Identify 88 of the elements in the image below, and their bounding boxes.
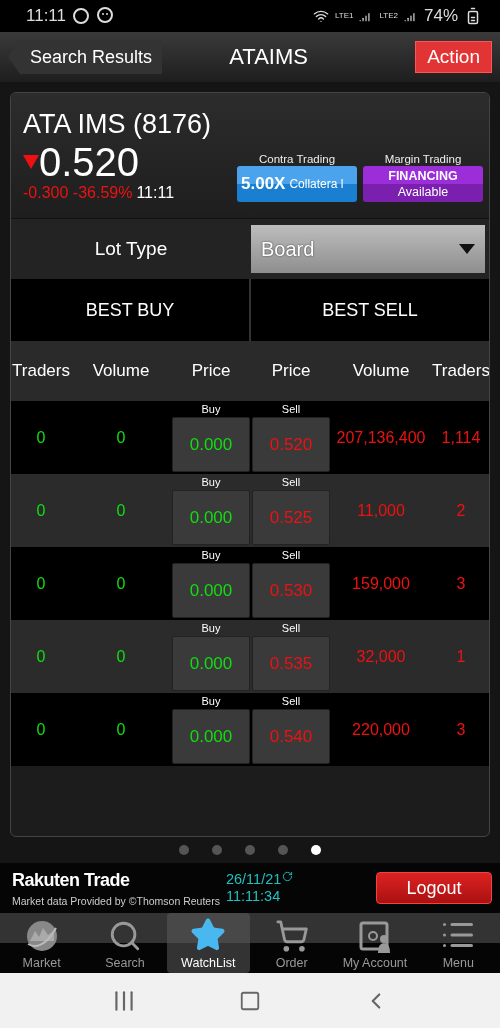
side-header: BEST SELL [251, 279, 489, 341]
buy-price-button[interactable]: 0.000 [172, 563, 250, 618]
contra-badge[interactable]: 5.00X Collatera l [237, 166, 357, 202]
table-cell-text: 0 [115, 428, 127, 447]
sell-label: Sell [281, 694, 301, 709]
stock-name: ATA IMS (8176) [23, 109, 213, 140]
home-icon[interactable] [239, 989, 261, 1012]
table-cell-text: 0 [35, 647, 47, 666]
contra-note: Collatera l [289, 176, 345, 192]
table-cell-text: 3 [455, 574, 467, 593]
buy-price-button[interactable]: 0.000 [172, 636, 250, 691]
table-cell-text: 0 [35, 574, 47, 593]
side-header: BEST BUY [11, 279, 249, 341]
battery-level: 74% [423, 6, 458, 26]
quote-time: 11:11 [136, 184, 175, 202]
column-header: Volume [91, 361, 151, 381]
cart-icon [274, 919, 309, 953]
margin-availability: Available [397, 184, 449, 200]
nav-tab[interactable]: Market [0, 913, 84, 973]
table-cell-text: 0 [115, 501, 127, 520]
network-label: LTE2 [379, 12, 398, 20]
sell-label: Sell [281, 402, 301, 417]
table-cell-text: 0 [115, 720, 127, 739]
buy-price-button[interactable]: 0.000 [172, 417, 250, 472]
table-cell-text: 32,000 [355, 647, 407, 666]
nav-tab[interactable]: My Account [333, 913, 417, 973]
nav-tab[interactable]: WatchList [166, 913, 250, 973]
wifi-icon [312, 8, 329, 24]
table-cell-text: 2 [455, 501, 467, 520]
column-header: Traders [11, 361, 71, 381]
update-date: 26/11/21 [225, 871, 282, 888]
caret-icon [459, 244, 475, 254]
buy-label: Buy [201, 621, 221, 636]
table-cell-text: 0 [35, 428, 47, 447]
status-time: 11:11 [26, 6, 67, 26]
sell-label: Sell [281, 475, 301, 490]
nav-tab[interactable]: Search [83, 913, 167, 973]
refresh-icon[interactable] [282, 871, 294, 882]
contra-label: Contra Trading [258, 153, 336, 165]
page-dot[interactable] [245, 845, 255, 855]
star-icon [190, 917, 227, 953]
margin-badge[interactable]: FINANCING Available [363, 166, 483, 202]
network-label: LTE1 [334, 12, 354, 20]
table-cell-text: 1 [455, 647, 467, 666]
data-credit: Market data Provided by ©Thomson Reuters [12, 894, 220, 907]
column-header: Volume [351, 361, 411, 381]
table-cell-text: 1,114 [440, 428, 482, 447]
brand-logo: Rakuten Trade [12, 869, 131, 891]
page-dot[interactable] [179, 845, 189, 855]
action-button[interactable]: Action [415, 41, 492, 73]
sell-label: Sell [281, 621, 301, 636]
table-cell-text: 0 [115, 647, 127, 666]
buy-label: Buy [201, 694, 221, 709]
column-header: Traders [431, 361, 489, 381]
buy-price-button[interactable]: 0.000 [172, 709, 250, 764]
table-cell-text: 11,000 [356, 501, 406, 520]
account-icon [359, 921, 391, 953]
nav-tab[interactable]: Order [250, 913, 334, 973]
buy-price-button[interactable]: 0.000 [172, 490, 250, 545]
table-cell-text: 0 [115, 574, 127, 593]
contra-value: 5.00X [241, 174, 286, 194]
table-cell-text: 220,000 [351, 720, 411, 739]
globe-icon [24, 919, 59, 953]
lot-type-label: Lot Type [93, 238, 169, 260]
table-cell-text: 0 [35, 501, 47, 520]
column-header: Price [270, 361, 312, 381]
table-cell-text: 159,000 [351, 574, 411, 593]
buy-label: Buy [201, 475, 221, 490]
margin-status: FINANCING [388, 168, 458, 184]
nav-tab[interactable]: Menu [416, 913, 500, 973]
table-cell-text: 3 [455, 720, 467, 739]
smiley-icon [96, 7, 115, 25]
sell-label: Sell [281, 548, 301, 563]
update-time: 11:11:34 [225, 888, 282, 905]
buy-label: Buy [201, 548, 221, 563]
table-cell-text: 207,136,400 [335, 428, 427, 447]
page-dot[interactable] [311, 845, 321, 855]
page-dot[interactable] [278, 845, 288, 855]
last-price: 0.520 [39, 140, 140, 184]
logout-button[interactable]: Logout [376, 872, 492, 904]
page-dot[interactable] [212, 845, 222, 855]
price-change: -0.300 -36.59% [23, 184, 133, 202]
margin-label: Margin Trading [384, 153, 462, 165]
column-header: Price [190, 361, 232, 381]
table-cell-text: 0 [35, 720, 47, 739]
search-icon [108, 919, 142, 953]
buy-label: Buy [201, 402, 221, 417]
page-title: ATAIMS [228, 44, 309, 70]
